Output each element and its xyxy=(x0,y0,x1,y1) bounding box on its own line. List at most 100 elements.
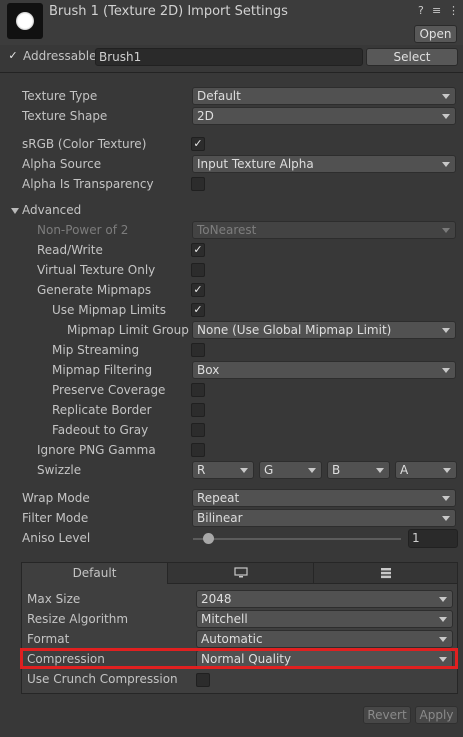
virtual-texture-only-label: Virtual Texture Only xyxy=(37,263,156,277)
tab-default-label: Default xyxy=(72,566,117,580)
apply-button[interactable]: Apply xyxy=(415,706,458,724)
chevron-down-icon xyxy=(439,637,447,642)
filter-mode-dropdown[interactable]: Bilinear xyxy=(192,509,456,527)
chevron-down-icon xyxy=(442,114,450,119)
resize-algorithm-value: Mitchell xyxy=(201,612,248,626)
server-icon xyxy=(380,568,391,579)
resize-algorithm-label: Resize Algorithm xyxy=(27,612,129,626)
fadeout-to-gray-checkbox[interactable] xyxy=(191,423,205,437)
texture-type-dropdown[interactable]: Default xyxy=(192,87,456,105)
max-size-dropdown[interactable]: 2048 xyxy=(196,590,453,608)
swizzle-r-value: R xyxy=(197,463,206,477)
preserve-coverage-label: Preserve Coverage xyxy=(52,383,166,397)
wrap-mode-dropdown[interactable]: Repeat xyxy=(192,489,456,507)
non-power-of-2-dropdown: ToNearest xyxy=(192,221,456,239)
tab-server[interactable] xyxy=(314,563,457,584)
fadeout-to-gray-label: Fadeout to Gray xyxy=(52,423,149,437)
swizzle-b-value: B xyxy=(332,463,341,477)
non-power-of-2-value: ToNearest xyxy=(197,223,257,237)
texture-type-label: Texture Type xyxy=(22,89,98,103)
format-dropdown[interactable]: Automatic xyxy=(196,630,453,648)
replicate-border-checkbox[interactable] xyxy=(191,403,205,417)
chevron-down-icon xyxy=(442,328,450,333)
monitor-icon xyxy=(233,567,248,578)
open-button[interactable]: Open xyxy=(414,25,457,43)
mip-streaming-checkbox[interactable] xyxy=(191,343,205,357)
tab-standalone[interactable] xyxy=(168,563,314,584)
aniso-level-field[interactable]: 1 xyxy=(408,529,458,548)
max-size-label: Max Size xyxy=(27,592,81,606)
use-mipmap-limits-checkbox[interactable]: ✓ xyxy=(191,303,205,317)
mipmap-filtering-label: Mipmap Filtering xyxy=(52,363,153,377)
max-size-value: 2048 xyxy=(201,592,232,606)
addressable-checkbox[interactable]: ✓ xyxy=(6,50,20,64)
foldout-arrow-icon[interactable] xyxy=(11,208,19,214)
resize-algorithm-dropdown[interactable]: Mitchell xyxy=(196,610,453,628)
read-write-checkbox[interactable]: ✓ xyxy=(191,243,205,257)
texture-shape-label: Texture Shape xyxy=(22,109,108,123)
chevron-down-icon xyxy=(439,617,447,622)
texture-shape-value: 2D xyxy=(197,109,214,123)
generate-mipmaps-label: Generate Mipmaps xyxy=(37,283,152,297)
replicate-border-label: Replicate Border xyxy=(52,403,152,417)
virtual-texture-only-checkbox[interactable] xyxy=(191,263,205,277)
chevron-down-icon xyxy=(442,162,450,167)
mipmap-limit-group-value: None (Use Global Mipmap Limit) xyxy=(197,323,392,337)
alpha-is-transparency-checkbox[interactable] xyxy=(191,177,205,191)
texture-thumbnail xyxy=(7,3,43,39)
use-crunch-compression-label: Use Crunch Compression xyxy=(27,672,178,686)
ignore-png-gamma-checkbox[interactable] xyxy=(191,443,205,457)
srgb-label: sRGB (Color Texture) xyxy=(22,137,147,151)
help-icon[interactable]: ? xyxy=(418,4,424,17)
mipmap-filtering-value: Box xyxy=(197,363,220,377)
aniso-level-slider-track[interactable] xyxy=(193,538,401,540)
chevron-down-icon xyxy=(442,368,450,373)
select-button[interactable]: Select xyxy=(366,48,458,66)
swizzle-g-dropdown[interactable]: G xyxy=(259,461,322,479)
chevron-down-icon xyxy=(308,468,316,473)
chevron-down-icon xyxy=(439,597,447,602)
brush-preview-image xyxy=(16,12,34,30)
chevron-down-icon xyxy=(442,94,450,99)
swizzle-g-value: G xyxy=(264,463,274,477)
read-write-label: Read/Write xyxy=(37,243,103,257)
inspector-header: Brush 1 (Texture 2D) Import Settings ? ≡… xyxy=(0,0,463,45)
use-crunch-compression-checkbox[interactable] xyxy=(196,673,210,687)
mipmap-limit-group-label: Mipmap Limit Group xyxy=(67,323,189,337)
swizzle-b-dropdown[interactable]: B xyxy=(327,461,390,479)
addressable-label: Addressable xyxy=(23,49,97,63)
alpha-source-label: Alpha Source xyxy=(22,157,102,171)
header-divider xyxy=(0,72,463,73)
settings-icon[interactable]: ≡ xyxy=(432,4,441,17)
chevron-down-icon xyxy=(442,496,450,501)
swizzle-a-value: A xyxy=(400,463,409,477)
use-mipmap-limits-label: Use Mipmap Limits xyxy=(52,303,167,317)
srgb-checkbox[interactable]: ✓ xyxy=(191,137,205,151)
chevron-down-icon xyxy=(442,516,450,521)
address-field[interactable]: Brush1 xyxy=(95,48,363,66)
aniso-level-slider-handle[interactable] xyxy=(203,533,214,544)
mip-streaming-label: Mip Streaming xyxy=(52,343,140,357)
non-power-of-2-label: Non-Power of 2 xyxy=(37,223,129,237)
more-options-icon[interactable]: ⋮ xyxy=(448,4,459,17)
generate-mipmaps-checkbox[interactable]: ✓ xyxy=(191,283,205,297)
swizzle-r-dropdown[interactable]: R xyxy=(192,461,254,479)
chevron-down-icon xyxy=(376,468,384,473)
preserve-coverage-checkbox[interactable] xyxy=(191,383,205,397)
advanced-foldout-label[interactable]: Advanced xyxy=(22,203,81,217)
swizzle-label: Swizzle xyxy=(37,463,82,477)
wrap-mode-label: Wrap Mode xyxy=(22,491,90,505)
inspector-title: Brush 1 (Texture 2D) Import Settings xyxy=(49,4,288,19)
mipmap-limit-group-dropdown[interactable]: None (Use Global Mipmap Limit) xyxy=(192,321,456,339)
alpha-source-value: Input Texture Alpha xyxy=(197,157,314,171)
revert-button[interactable]: Revert xyxy=(363,706,411,724)
aniso-level-label: Aniso Level xyxy=(22,531,91,545)
format-value: Automatic xyxy=(201,632,263,646)
chevron-down-icon xyxy=(442,228,450,233)
texture-shape-dropdown[interactable]: 2D xyxy=(192,107,456,125)
chevron-down-icon xyxy=(443,468,451,473)
swizzle-a-dropdown[interactable]: A xyxy=(395,461,457,479)
mipmap-filtering-dropdown[interactable]: Box xyxy=(192,361,456,379)
tab-default[interactable]: Default xyxy=(22,563,168,584)
alpha-source-dropdown[interactable]: Input Texture Alpha xyxy=(192,155,456,173)
